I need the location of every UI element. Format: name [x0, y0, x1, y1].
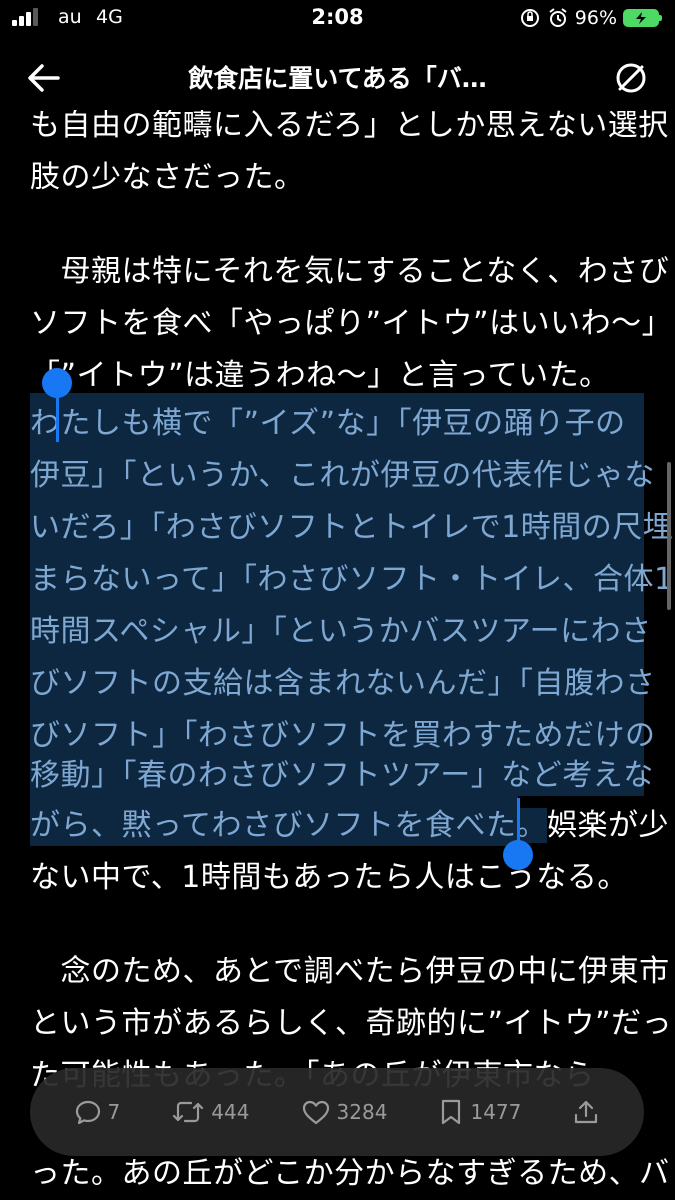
page-title: 飲食店に置いてある「バ…	[188, 64, 487, 93]
selection-end-caret	[517, 798, 520, 846]
retweet-icon	[173, 1101, 204, 1123]
action-bar: 7 444 3284 1477	[30, 1068, 644, 1156]
selection-start-caret	[56, 392, 59, 442]
article-line: 肢の少なさだった。	[30, 160, 305, 195]
back-button[interactable]	[24, 58, 64, 98]
selected-line[interactable]: 伊豆」「というか、これが伊豆の代表作じゃな	[30, 450, 654, 502]
selected-line[interactable]: 移動」「春のわさびソフトツアー」など考えな	[30, 750, 653, 802]
retweet-count: 444	[211, 1100, 250, 1124]
scroll-indicator[interactable]	[667, 462, 671, 610]
article-line: ない中で、1時間もあったら人はこうなる。	[30, 860, 628, 895]
header-bar: 飲食店に置いてある「バ…	[0, 44, 675, 110]
article-line: 念のため、あとで調べたら伊豆の中に伊東市	[30, 954, 670, 989]
selected-line[interactable]: わたしも横で「”イズ”な」「伊豆の踊り子の	[30, 398, 650, 450]
reply-count: 7	[107, 1100, 121, 1124]
article-line: ソフトを食べ「やっぱり”イトウ”はいいわ〜」	[30, 306, 673, 341]
selected-line[interactable]: いだろ」「わさびソフトとトイレで1時間の尺埋	[30, 502, 673, 554]
article-line: という市があるらしく、奇跡的に”イトウ”だっ	[30, 1006, 673, 1041]
retweet-button[interactable]: 444	[171, 1098, 249, 1126]
article-body: も自由の範疇に入るだろ」としか思えない選択 肢の少なさだった。 母親は特にそれを…	[0, 0, 675, 1200]
reply-button[interactable]: 7	[74, 1098, 121, 1126]
reader-toggle-button[interactable]	[611, 58, 651, 98]
arrow-left-icon	[28, 64, 60, 92]
bookmark-button[interactable]: 1477	[438, 1098, 521, 1126]
heart-icon	[302, 1100, 329, 1125]
like-count: 3284	[336, 1100, 388, 1124]
speech-bubble-icon	[75, 1100, 100, 1125]
selected-line[interactable]: まらないって」「わさびソフト・トイレ、合体1	[30, 554, 673, 606]
bookmark-count: 1477	[470, 1100, 522, 1124]
share-icon	[575, 1100, 598, 1124]
bookmark-icon	[442, 1099, 461, 1125]
share-button[interactable]	[572, 1098, 600, 1126]
no-sign-icon	[616, 63, 646, 93]
selected-line[interactable]: びソフトの支給は含まれないんだ」「自腹わさ	[30, 658, 655, 710]
like-button[interactable]: 3284	[301, 1098, 388, 1126]
selected-text[interactable]: がら、黙ってわさびソフトを食べた。	[30, 808, 547, 843]
article-line: 母親は特にそれを気にすることなく、わさび	[30, 254, 670, 289]
unselected-text: 娯楽が少	[547, 808, 669, 843]
article-line: がら、黙ってわさびソフトを食べた。娯楽が少	[30, 800, 669, 852]
selected-line[interactable]: 時間スペシャル」「というかバスツアーにわさ	[30, 606, 651, 658]
selection-end-handle[interactable]	[503, 840, 533, 870]
